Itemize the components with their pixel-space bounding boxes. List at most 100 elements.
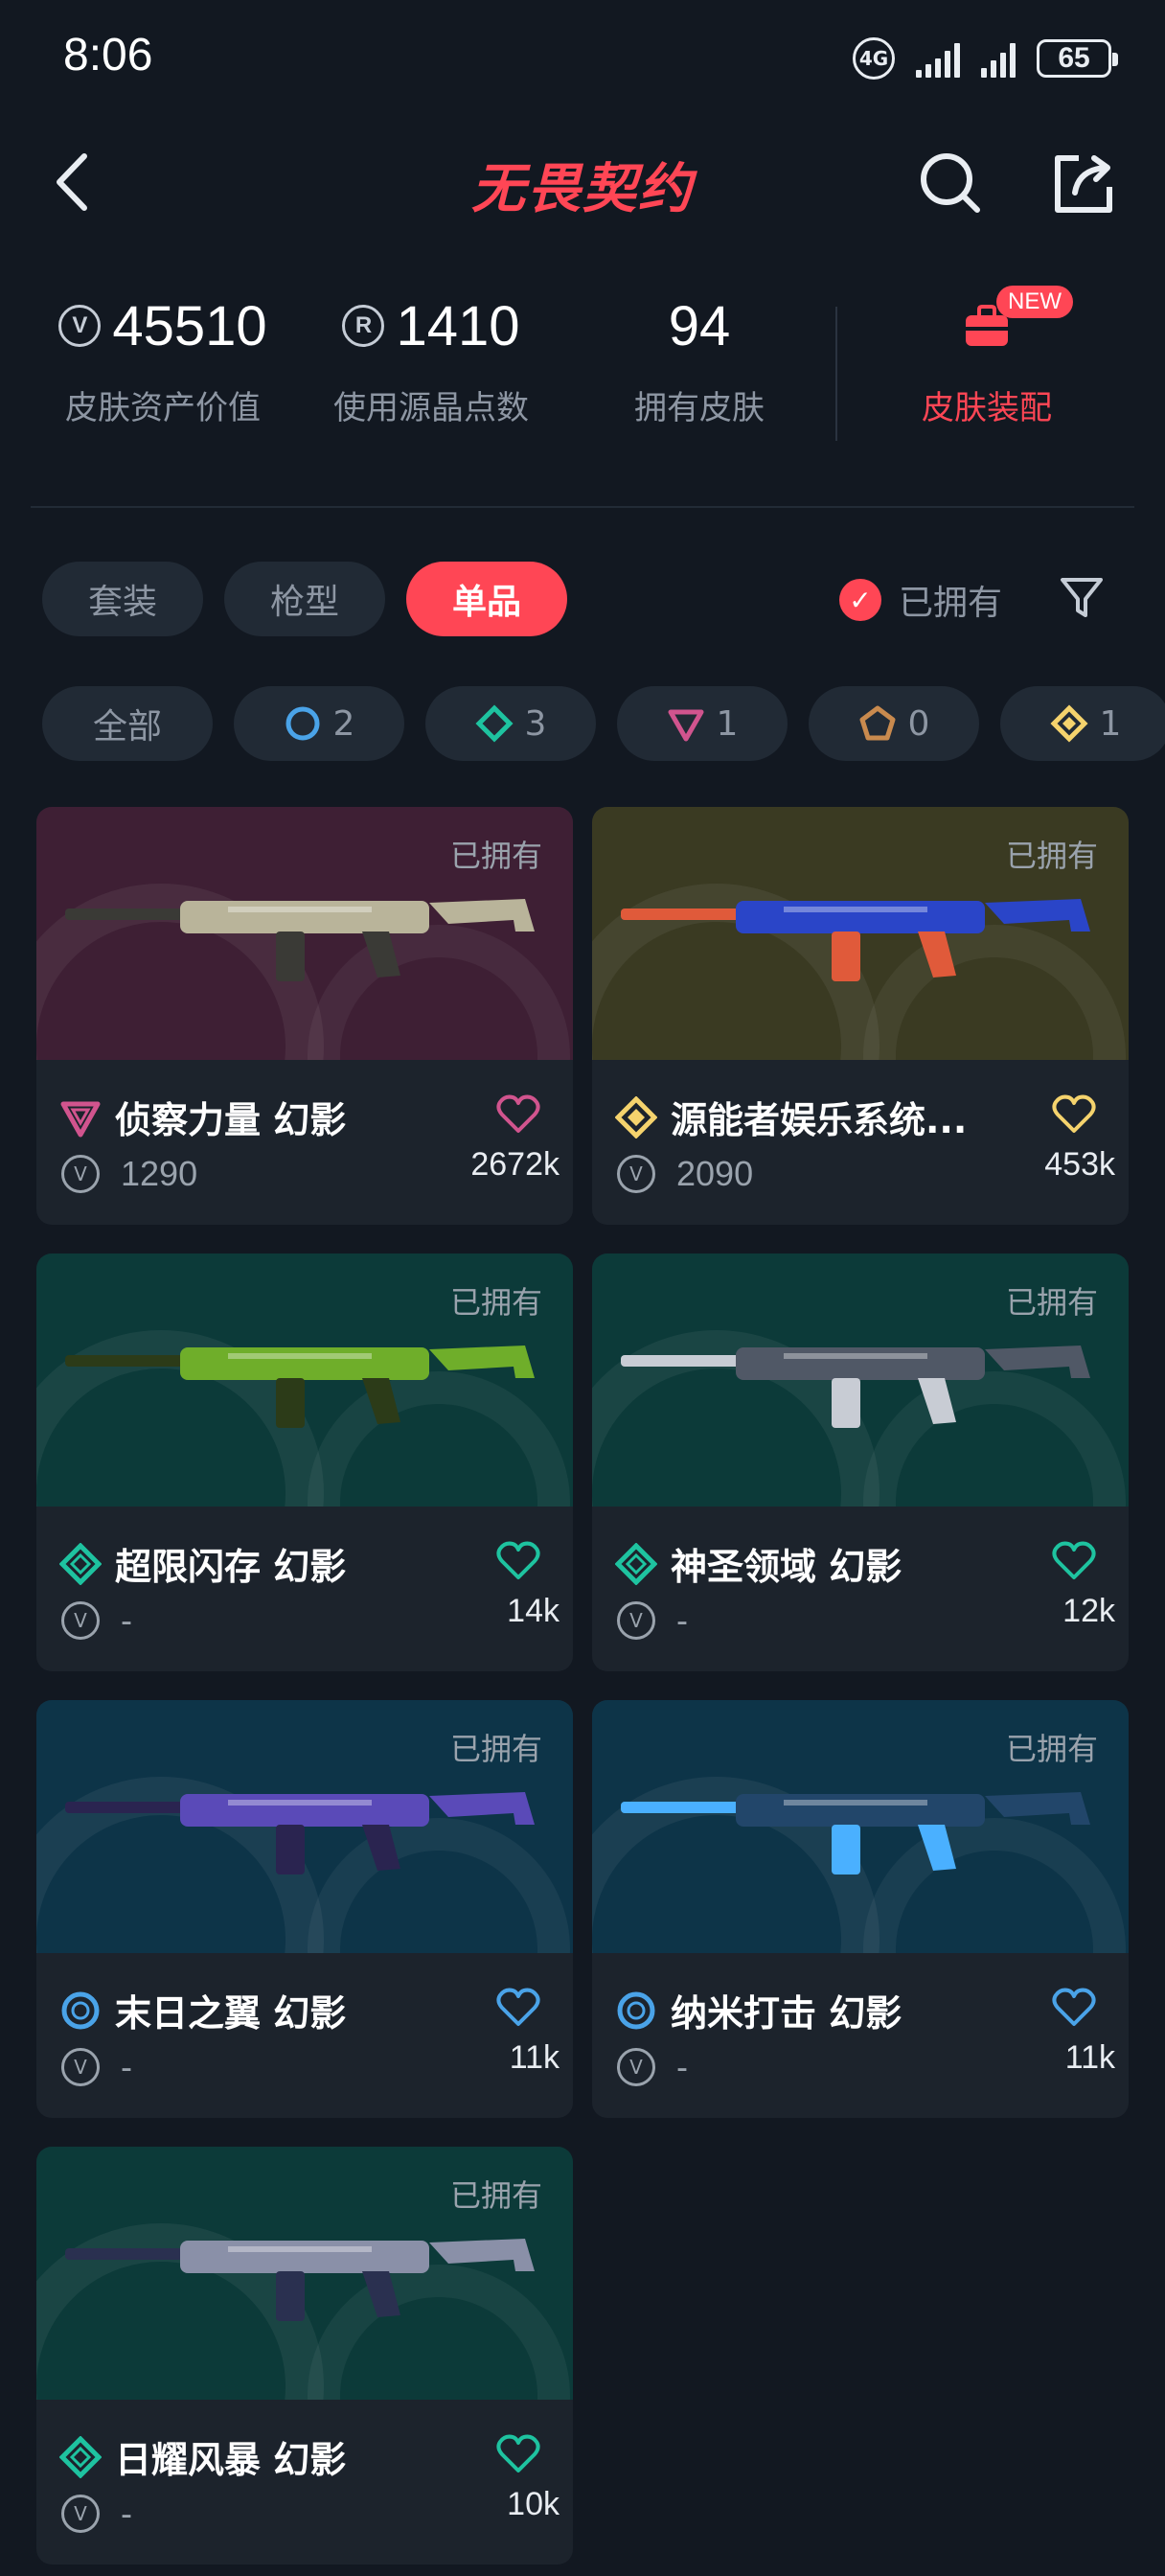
skin-title-row: 纳米打击 幻影 (615, 1984, 902, 2036)
favorite-heart-icon[interactable] (496, 1539, 540, 1581)
skin-title-row: 超限闪存 幻影 (59, 1537, 346, 1590)
ultra-tier-icon (859, 705, 896, 741)
vp-coin-icon: V (58, 305, 102, 347)
vp-coin-icon: V (61, 2495, 100, 2533)
vp-coin-icon: V (617, 1155, 655, 1193)
chip-count: 1 (1099, 703, 1122, 744)
skin-card[interactable]: 已拥有 超限闪存 幻影 V - 14k (36, 1254, 573, 1671)
deluxe-tier-icon (475, 704, 514, 743)
skin-card[interactable]: 已拥有 日耀风暴 幻影 V - 10k (36, 2147, 573, 2564)
skin-price-row: V - (617, 2047, 688, 2087)
chip-select-tier[interactable]: 2 (234, 686, 404, 761)
skin-likes: 10k (507, 2486, 560, 2522)
skin-image: 已拥有 (36, 807, 573, 1060)
stats-panel: V 45510 皮肤资产价值 R 1410 使用源晶点数 94 拥有皮肤 NEW 皮… (0, 286, 1165, 460)
skin-name: 纳米打击 幻影 (671, 1992, 902, 2035)
skin-equip-label: 皮肤装配 (922, 389, 1052, 427)
skin-image: 已拥有 (36, 1700, 573, 1953)
skin-price: 1290 (121, 1154, 198, 1193)
skin-name: 末日之翼 幻影 (115, 1992, 347, 2035)
skin-card[interactable]: 已拥有 神圣领域 幻影 V - 12k (592, 1254, 1129, 1671)
chip-all[interactable]: 全部 (42, 686, 213, 761)
skin-name: 源能者娱乐系统... (671, 1099, 968, 1141)
stat-skin-value: V 45510 皮肤资产价值 (38, 288, 287, 428)
skin-image: 已拥有 (36, 1254, 573, 1506)
skin-image: 已拥有 (36, 2147, 573, 2400)
weapon-phantom-image (621, 899, 1090, 981)
skin-price-row: V 1290 (61, 1154, 197, 1194)
vp-coin-icon: V (61, 1155, 100, 1193)
weapon-phantom-image (65, 2239, 535, 2321)
chip-deluxe-tier[interactable]: 3 (425, 686, 596, 761)
weapon-phantom-image (621, 1792, 1090, 1874)
rarity-filter-chips: 全部 2 3 1 0 1 (42, 686, 1165, 763)
weapon-phantom-image (65, 1346, 535, 1428)
stat-label: 使用源晶点数 (333, 389, 529, 427)
search-icon[interactable] (918, 150, 983, 216)
filter-icon[interactable] (1058, 573, 1106, 621)
stat-label: 皮肤资产价值 (65, 389, 261, 427)
premium-tier-icon (668, 709, 704, 742)
vp-coin-icon: V (61, 2048, 100, 2086)
chip-premium-tier[interactable]: 1 (617, 686, 788, 761)
rarity-tier-icon (60, 1101, 101, 1137)
new-badge: NEW (996, 286, 1073, 318)
status-time: 8:06 (63, 30, 153, 80)
exclusive-tier-icon (1050, 704, 1088, 743)
skin-card[interactable]: 已拥有 源能者娱乐系统... V 2090 453k (592, 807, 1129, 1225)
app-title: 无畏契约 (471, 158, 694, 220)
tab-single-item[interactable]: 单品 (406, 562, 568, 636)
skin-price: - (676, 2047, 688, 2086)
tab-bundle[interactable]: 套装 (42, 562, 204, 636)
skin-price-row: V - (61, 2047, 132, 2087)
stat-value: 45510 (112, 294, 267, 357)
network-type-icon: 4G (853, 37, 895, 80)
owned-filter-label: 已拥有 (899, 584, 1003, 623)
share-icon[interactable] (1050, 150, 1115, 216)
favorite-heart-icon[interactable] (496, 1092, 540, 1135)
skin-title-row: 源能者娱乐系统... (615, 1091, 967, 1143)
skin-likes: 12k (1062, 1593, 1115, 1629)
owned-tag: 已拥有 (1005, 1284, 1098, 1321)
skin-price-row: V - (61, 1600, 132, 1641)
stat-value: 1410 (396, 294, 520, 357)
favorite-heart-icon[interactable] (496, 2432, 540, 2474)
skin-price: 2090 (676, 1154, 754, 1193)
skin-image: 已拥有 (592, 807, 1129, 1060)
favorite-heart-icon[interactable] (1052, 1539, 1096, 1581)
favorite-heart-icon[interactable] (496, 1986, 540, 2028)
owned-filter-toggle[interactable]: ✓ 已拥有 (839, 575, 1002, 625)
skin-title-row: 侦察力量 幻影 (59, 1091, 346, 1143)
weapon-phantom-image (65, 1792, 535, 1874)
tab-weapon-type[interactable]: 枪型 (224, 562, 386, 636)
signal-strength-icon-1 (916, 39, 960, 78)
skin-image: 已拥有 (592, 1700, 1129, 1953)
skin-card[interactable]: 已拥有 纳米打击 幻影 V - 11k (592, 1700, 1129, 2118)
skin-equip-button[interactable]: NEW 皮肤装配 (862, 286, 1111, 428)
skin-price: - (121, 2494, 132, 2533)
skin-card[interactable]: 已拥有 末日之翼 幻影 V - 11k (36, 1700, 573, 2118)
rarity-tier-icon (61, 1991, 100, 2029)
skin-card[interactable]: 已拥有 侦察力量 幻影 V 1290 2672k (36, 807, 573, 1225)
skin-price-row: V 2090 (617, 1154, 753, 1194)
skin-name: 侦察力量 幻影 (115, 1099, 347, 1141)
skin-price-row: V - (617, 1600, 688, 1641)
skin-likes: 11k (1064, 2039, 1115, 2076)
chip-count: 0 (907, 703, 930, 744)
chip-ultra-tier[interactable]: 0 (809, 686, 979, 761)
skin-price: - (121, 1600, 132, 1640)
weapon-phantom-image (65, 899, 535, 981)
favorite-heart-icon[interactable] (1052, 1986, 1096, 2028)
vp-coin-icon: V (61, 1601, 100, 1640)
stat-owned-skins: 94 拥有皮肤 (594, 288, 805, 428)
battery-icon: 65 (1037, 39, 1118, 78)
status-icons: 4G 65 (853, 36, 1118, 80)
stat-label: 拥有皮肤 (634, 389, 765, 427)
chip-exclusive-tier[interactable]: 1 (1000, 686, 1165, 761)
rarity-tier-icon (615, 1542, 657, 1585)
skin-name: 日耀风暴 幻影 (115, 2439, 347, 2481)
skin-likes: 14k (507, 1593, 560, 1629)
select-tier-icon (286, 706, 320, 741)
vp-coin-icon: V (617, 2048, 655, 2086)
favorite-heart-icon[interactable] (1052, 1092, 1096, 1135)
